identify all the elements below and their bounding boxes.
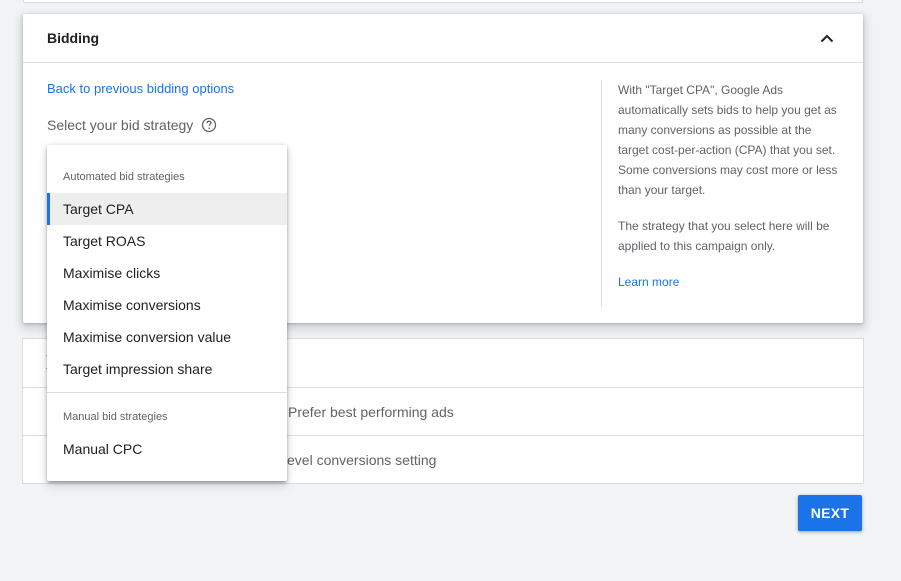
settings-row-value: evel conversions setting bbox=[287, 451, 437, 468]
back-to-previous-bidding-link[interactable]: Back to previous bidding options bbox=[47, 81, 234, 96]
help-icon[interactable] bbox=[201, 117, 217, 133]
info-paragraph: The strategy that you select here will b… bbox=[618, 219, 830, 253]
chevron-up-icon[interactable] bbox=[815, 26, 839, 50]
next-button[interactable]: NEXT bbox=[798, 495, 862, 531]
bidding-card-header[interactable]: Bidding bbox=[23, 14, 863, 63]
menu-divider bbox=[47, 392, 287, 393]
menu-item-target-cpa[interactable]: Target CPA bbox=[47, 193, 287, 225]
menu-item-maximise-conversions[interactable]: Maximise conversions bbox=[47, 289, 287, 321]
menu-item-target-roas[interactable]: Target ROAS bbox=[47, 225, 287, 257]
automated-strategies-header: Automated bid strategies bbox=[63, 171, 185, 183]
bid-strategy-info-panel: With "Target CPA", Google Ads automatica… bbox=[601, 80, 841, 306]
bid-strategy-label-text: Select your bid strategy bbox=[47, 117, 194, 133]
menu-item-maximise-conversion-value[interactable]: Maximise conversion value bbox=[47, 321, 287, 353]
previous-card-edge bbox=[23, 0, 863, 3]
card-title: Bidding bbox=[47, 30, 100, 46]
manual-strategies-header: Manual bid strategies bbox=[63, 411, 168, 423]
info-paragraph: With "Target CPA", Google Ads automatica… bbox=[618, 83, 838, 197]
bid-strategy-dropdown: Automated bid strategies Target CPA Targ… bbox=[47, 145, 287, 481]
bid-strategy-label: Select your bid strategy bbox=[47, 117, 217, 133]
menu-item-manual-cpc[interactable]: Manual CPC bbox=[47, 433, 287, 465]
menu-item-maximise-clicks[interactable]: Maximise clicks bbox=[47, 257, 287, 289]
settings-row-value: Prefer best performing ads bbox=[288, 403, 454, 420]
learn-more-link[interactable]: Learn more bbox=[618, 275, 679, 289]
menu-item-target-impression-share[interactable]: Target impression share bbox=[47, 353, 287, 385]
